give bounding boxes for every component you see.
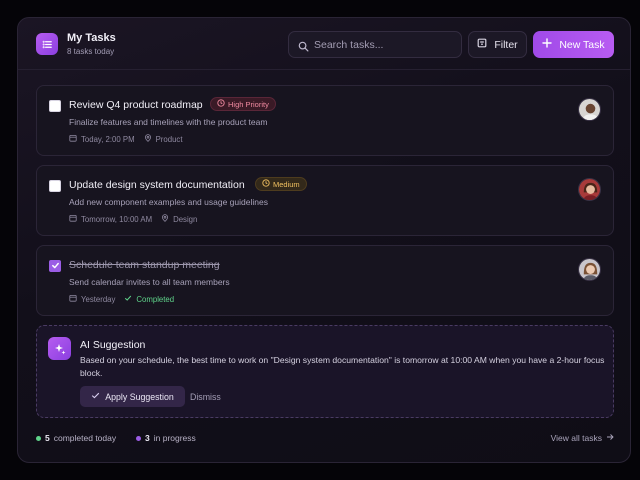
task-card[interactable]: Update design system documentation Mediu… bbox=[36, 165, 614, 236]
task-date: Yesterday bbox=[81, 294, 116, 304]
calendar-icon bbox=[69, 134, 77, 144]
apply-suggestion-button[interactable]: Apply Suggestion bbox=[80, 386, 185, 407]
filter-label: Filter bbox=[494, 38, 518, 51]
completed-count: 5 bbox=[45, 433, 50, 443]
task-description: Send calendar invites to all team member… bbox=[69, 277, 230, 287]
task-checkbox[interactable] bbox=[49, 260, 61, 272]
search-box bbox=[288, 31, 462, 58]
apply-label: Apply Suggestion bbox=[105, 391, 174, 402]
task-meta: Yesterday Completed bbox=[69, 294, 183, 304]
check-icon bbox=[51, 257, 60, 275]
task-title: Review Q4 product roadmap bbox=[69, 99, 203, 111]
app-header: My Tasks 8 tasks today Filter bbox=[18, 18, 630, 70]
task-count: 8 tasks today bbox=[67, 47, 115, 56]
filter-icon bbox=[477, 38, 487, 51]
plus-icon bbox=[542, 38, 553, 51]
task-meta: Tomorrow, 10:00 AM Design bbox=[69, 214, 206, 224]
task-date: Tomorrow, 10:00 AM bbox=[81, 214, 153, 224]
check-icon bbox=[91, 391, 100, 402]
task-card[interactable]: Schedule team standup meeting Send calen… bbox=[36, 245, 614, 316]
tag-icon bbox=[144, 134, 152, 144]
progress-label: in progress bbox=[153, 433, 196, 443]
task-title: Schedule team standup meeting bbox=[69, 259, 220, 271]
task-tag: Design bbox=[173, 214, 198, 224]
ai-suggestion-card: AI Suggestion Based on your schedule, th… bbox=[36, 325, 614, 418]
priority-badge: High Priority bbox=[210, 97, 276, 111]
completed-label: completed today bbox=[53, 433, 117, 443]
task-checkbox[interactable] bbox=[49, 180, 61, 192]
new-task-label: New Task bbox=[559, 38, 605, 51]
task-tag: Product bbox=[155, 134, 183, 144]
task-meta: Today, 2:00 PM Product bbox=[69, 134, 191, 144]
view-all-link[interactable]: View all tasks bbox=[551, 433, 614, 443]
task-status: Completed bbox=[136, 294, 175, 304]
calendar-icon bbox=[69, 214, 77, 224]
status-dot bbox=[136, 435, 141, 441]
completed-stat: 5 completed today bbox=[36, 433, 116, 443]
sparkle-icon bbox=[48, 337, 71, 360]
check-icon bbox=[124, 294, 132, 304]
avatar bbox=[578, 258, 601, 281]
progress-count: 3 bbox=[145, 433, 150, 443]
clock-icon bbox=[217, 99, 225, 109]
badge-label: Medium bbox=[273, 179, 300, 189]
search-input[interactable] bbox=[314, 37, 454, 53]
priority-badge: Medium bbox=[255, 177, 307, 191]
search-icon bbox=[298, 39, 309, 57]
task-description: Finalize features and timelines with the… bbox=[69, 117, 268, 127]
task-title: Update design system documentation bbox=[69, 179, 245, 191]
task-description: Add new component examples and usage gui… bbox=[69, 197, 268, 207]
page-title: My Tasks bbox=[67, 32, 116, 44]
filter-button[interactable]: Filter bbox=[468, 31, 527, 58]
new-task-button[interactable]: New Task bbox=[533, 31, 614, 58]
avatar bbox=[578, 98, 601, 121]
dismiss-button[interactable]: Dismiss bbox=[190, 392, 221, 402]
clock-icon bbox=[262, 179, 270, 189]
ai-suggestion-text: Based on your schedule, the best time to… bbox=[80, 355, 605, 378]
task-footer: 5 completed today 3 in progress View all… bbox=[36, 433, 614, 447]
tag-icon bbox=[161, 214, 169, 224]
status-dot bbox=[36, 435, 41, 441]
arrow-right-icon bbox=[606, 433, 614, 443]
list-icon bbox=[36, 33, 58, 55]
calendar-icon bbox=[69, 294, 77, 304]
badge-label: High Priority bbox=[228, 99, 269, 109]
task-date: Today, 2:00 PM bbox=[81, 134, 135, 144]
task-card[interactable]: Review Q4 product roadmap High Priority … bbox=[36, 85, 614, 156]
ai-title: AI Suggestion bbox=[80, 339, 146, 351]
in-progress-stat: 3 in progress bbox=[136, 433, 196, 443]
avatar bbox=[578, 178, 601, 201]
task-app: My Tasks 8 tasks today Filter bbox=[17, 17, 631, 463]
task-checkbox[interactable] bbox=[49, 100, 61, 112]
view-all-label: View all tasks bbox=[550, 433, 602, 443]
